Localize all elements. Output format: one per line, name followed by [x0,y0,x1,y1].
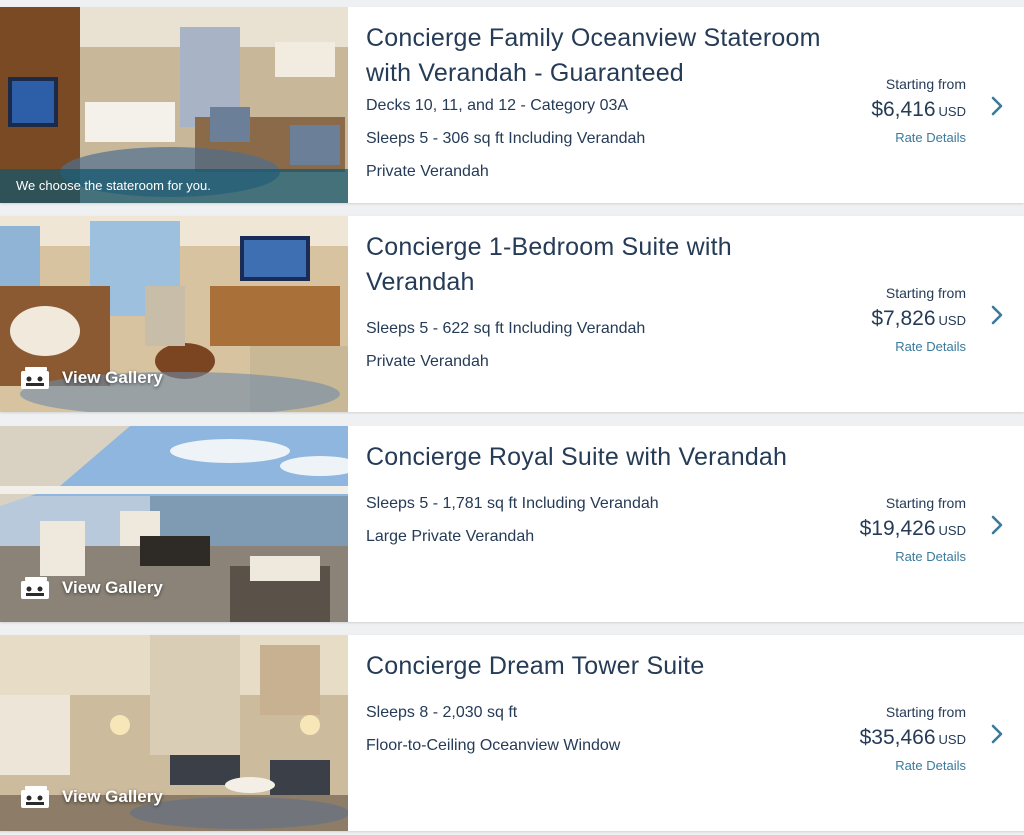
stateroom-card[interactable]: View Gallery Concierge 1-Bedroom Suite w… [0,216,1024,412]
stateroom-title[interactable]: Concierge Dream Tower Suite [366,649,846,684]
rate-details-link[interactable]: Rate Details [766,549,966,564]
currency-label: USD [938,313,966,328]
view-gallery-button[interactable]: View Gallery [20,785,163,809]
rate-details-link[interactable]: Rate Details [766,339,966,354]
stateroom-card[interactable]: View Gallery Concierge Dream Tower Suite… [0,635,1024,831]
stateroom-photo[interactable]: View Gallery [0,216,348,412]
stateroom-photo[interactable]: View Gallery [0,426,348,622]
stateroom-title-line: Concierge Family Oceanview Stateroom [366,24,821,52]
price-row: $7,826 USD [766,306,966,334]
stateroom-list: We choose the stateroom for you. Concier… [0,0,1024,835]
stateroom-detail: Private Verandah [366,163,489,180]
starting-from-label: Starting from [885,76,966,92]
stateroom-title-line: with Verandah - Guaranteed [366,59,684,87]
view-gallery-label: View Gallery [62,368,163,387]
view-gallery-label: View Gallery [62,787,163,806]
stateroom-title-line: Concierge Royal Suite with Verandah [366,443,788,471]
rate-details-link[interactable]: Rate Details [766,130,966,145]
stateroom-title-line: Concierge 1-Bedroom Suite with Verandah [366,233,732,296]
price-row: $35,466 USD [766,725,966,753]
stateroom-title[interactable]: Concierge Royal Suite with Verandah [366,440,846,475]
view-gallery-label: View Gallery [62,578,163,597]
price-row: $19,426 USD [766,516,966,544]
price-value: $35,466 [859,726,936,749]
pricing-block: Starting from $19,426 USD Rate Details [766,494,966,564]
rate-details-link[interactable]: Rate Details [766,758,966,773]
currency-label: USD [938,523,966,538]
stateroom-detail: Private Verandah [366,353,489,370]
chevron-right-icon[interactable] [990,95,1004,117]
view-gallery-button[interactable]: View Gallery [20,366,163,390]
view-gallery-button[interactable]: View Gallery [20,576,163,600]
stateroom-card[interactable]: View Gallery Concierge Royal Suite with … [0,426,1024,622]
stateroom-title-line: Concierge Dream Tower Suite [366,652,705,680]
chevron-right-icon[interactable] [990,514,1004,536]
starting-from-label: Starting from [885,285,966,301]
stateroom-card[interactable]: We choose the stateroom for you. Concier… [0,7,1024,203]
price-value: $6,416 [871,98,936,121]
pricing-block: Starting from $35,466 USD Rate Details [766,703,966,773]
currency-label: USD [938,732,966,747]
gallery-icon [21,786,49,808]
chevron-right-icon[interactable] [990,723,1004,745]
starting-from-label: Starting from [885,495,966,511]
price-row: $6,416 USD [766,97,966,125]
stateroom-photo[interactable]: View Gallery [0,635,348,831]
pricing-block: Starting from $6,416 USD Rate Details [766,75,966,145]
chevron-right-icon[interactable] [990,304,1004,326]
price-value: $7,826 [871,307,936,330]
gallery-icon [21,367,49,389]
currency-label: USD [938,104,966,119]
price-value: $19,426 [859,517,936,540]
starting-from-label: Starting from [885,704,966,720]
pricing-block: Starting from $7,826 USD Rate Details [766,284,966,354]
stateroom-photo[interactable]: We choose the stateroom for you. [0,7,348,203]
image-caption: We choose the stateroom for you. [0,169,348,203]
gallery-icon [21,577,49,599]
